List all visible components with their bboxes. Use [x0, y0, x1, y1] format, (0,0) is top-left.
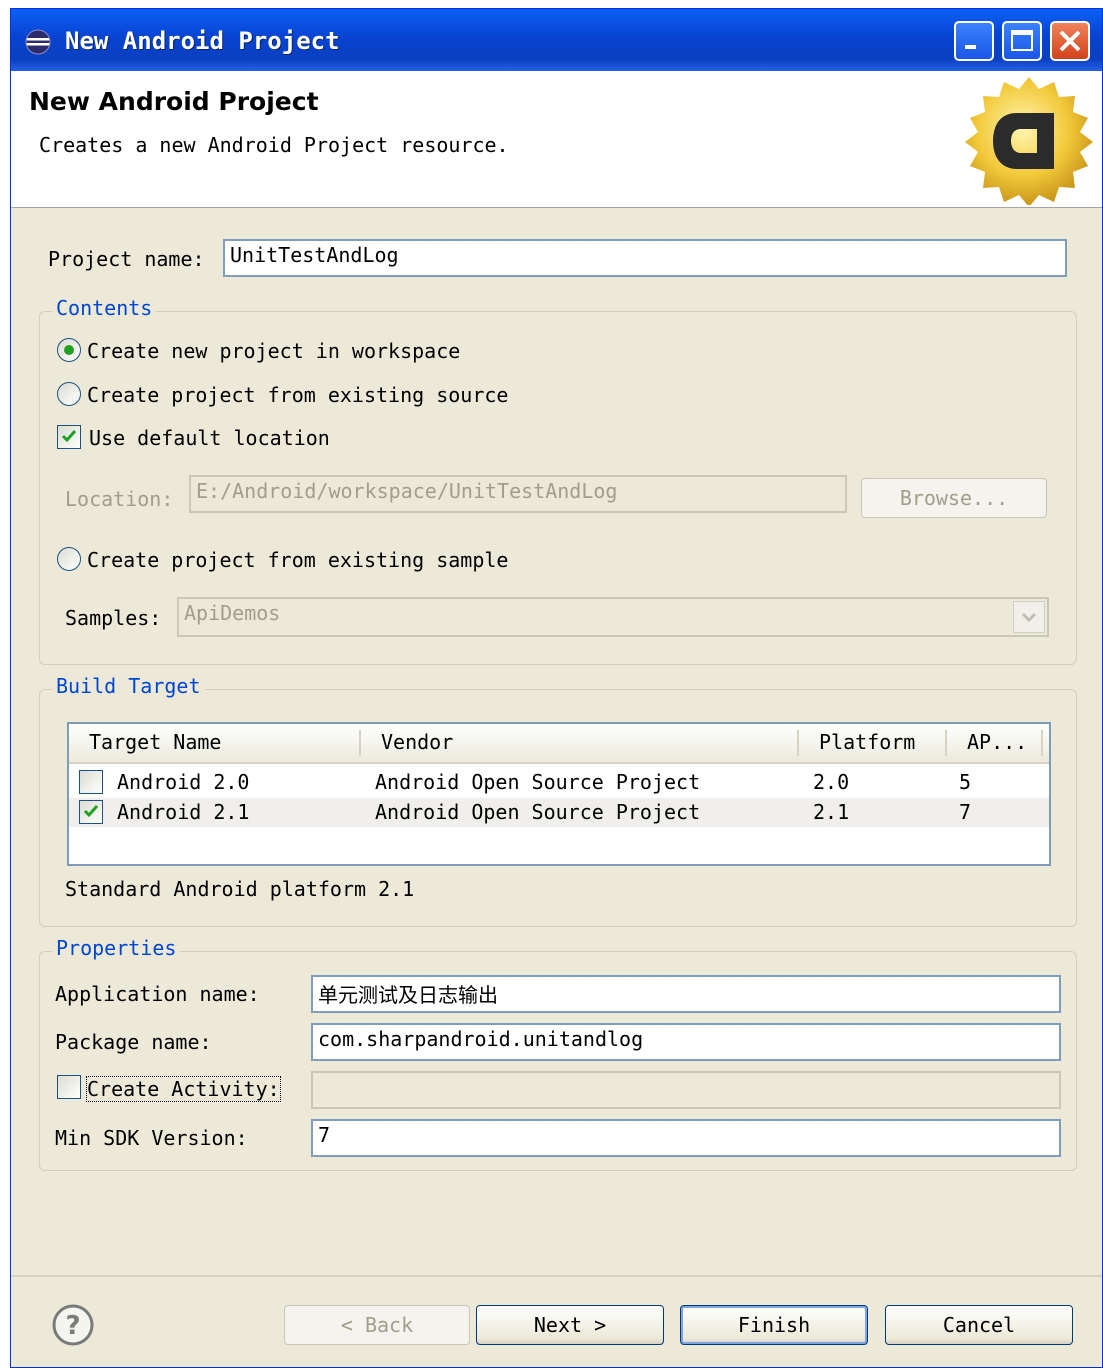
api-cell: 7 — [959, 800, 972, 824]
use-default-location-checkbox[interactable] — [57, 425, 81, 449]
create-activity-checkbox[interactable] — [57, 1075, 81, 1099]
platform-cell: 2.1 — [813, 800, 850, 824]
samples-label: Samples: — [65, 606, 162, 630]
maximize-icon — [1011, 30, 1033, 51]
cancel-button[interactable]: Cancel — [885, 1305, 1073, 1345]
target-name-cell: Android 2.0 — [117, 770, 250, 794]
min-sdk-input[interactable]: 7 — [311, 1119, 1061, 1157]
dialog-window: New Android Project New Android Project … — [10, 8, 1103, 1368]
next-button[interactable]: Next > — [476, 1305, 664, 1345]
contents-group-title: Contents — [52, 296, 157, 320]
target-android-2-0-checkbox[interactable] — [79, 770, 103, 794]
table-row[interactable]: Android 2.0 Android Open Source Project … — [69, 768, 1049, 797]
create-from-source-radio[interactable] — [57, 382, 81, 406]
wizard-description: Creates a new Android Project resource. — [39, 133, 509, 157]
create-activity-label[interactable]: Create Activity: — [86, 1076, 281, 1102]
create-from-sample-radio[interactable] — [57, 547, 81, 571]
create-activity-input[interactable] — [311, 1071, 1061, 1109]
minimize-icon — [965, 45, 976, 49]
properties-group-title: Properties — [52, 936, 181, 960]
create-new-project-label[interactable]: Create new project in workspace — [87, 339, 460, 363]
column-api[interactable]: AP... — [967, 730, 1027, 754]
wizard-title: New Android Project — [29, 87, 319, 116]
target-android-2-1-checkbox[interactable] — [79, 800, 103, 824]
create-from-sample-label[interactable]: Create project from existing sample — [87, 548, 508, 572]
application-name-label: Application name: — [55, 982, 260, 1006]
window-title: New Android Project — [65, 27, 340, 55]
vendor-cell: Android Open Source Project — [375, 800, 701, 824]
table-row[interactable]: Android 2.1 Android Open Source Project … — [69, 798, 1049, 827]
maximize-button[interactable] — [1002, 21, 1042, 61]
platform-cell: 2.0 — [813, 770, 850, 794]
create-from-source-label[interactable]: Create project from existing source — [87, 383, 508, 407]
location-label: Location: — [65, 487, 174, 511]
target-description: Standard Android platform 2.1 — [65, 877, 415, 901]
android-adt-logo-icon — [965, 77, 1093, 205]
vendor-cell: Android Open Source Project — [375, 770, 701, 794]
application-name-input[interactable]: 单元测试及日志输出 — [311, 975, 1061, 1013]
browse-button[interactable]: Browse... — [861, 478, 1047, 518]
wizard-header: New Android Project Creates a new Androi… — [11, 71, 1102, 208]
samples-select[interactable]: ApiDemos — [177, 597, 1049, 637]
close-button[interactable] — [1050, 21, 1090, 61]
build-target-group-title: Build Target — [52, 674, 205, 698]
close-icon — [1059, 30, 1081, 52]
min-sdk-label: Min SDK Version: — [55, 1126, 248, 1150]
location-input[interactable]: E:/Android/workspace/UnitTestAndLog — [189, 475, 847, 513]
footer-divider — [11, 1275, 1102, 1277]
chevron-down-icon — [1021, 612, 1037, 623]
checkmark-icon — [83, 805, 99, 818]
column-target-name[interactable]: Target Name — [89, 730, 221, 754]
finish-button[interactable]: Finish — [680, 1305, 868, 1345]
svg-text:?: ? — [65, 1311, 80, 1341]
build-target-table[interactable]: Target Name Vendor Platform AP... Androi… — [67, 722, 1051, 866]
target-name-cell: Android 2.1 — [117, 800, 250, 824]
project-name-input[interactable]: UnitTestAndLog — [223, 239, 1067, 277]
back-button[interactable]: < Back — [284, 1305, 470, 1345]
samples-selected-value: ApiDemos — [184, 601, 281, 625]
checkmark-icon — [61, 430, 77, 443]
help-icon[interactable]: ? — [51, 1303, 95, 1347]
use-default-location-label[interactable]: Use default location — [89, 426, 330, 450]
samples-dropdown-button[interactable] — [1013, 601, 1045, 633]
create-new-project-radio[interactable] — [57, 338, 81, 362]
project-name-label: Project name: — [48, 247, 205, 271]
title-bar[interactable]: New Android Project — [11, 9, 1102, 71]
table-header: Target Name Vendor Platform AP... — [69, 724, 1049, 764]
column-platform[interactable]: Platform — [819, 730, 915, 754]
api-cell: 5 — [959, 770, 972, 794]
package-name-label: Package name: — [55, 1030, 212, 1054]
eclipse-icon — [25, 29, 51, 55]
minimize-button[interactable] — [954, 21, 994, 61]
column-vendor[interactable]: Vendor — [381, 730, 453, 754]
package-name-input[interactable]: com.sharpandroid.unitandlog — [311, 1023, 1061, 1061]
